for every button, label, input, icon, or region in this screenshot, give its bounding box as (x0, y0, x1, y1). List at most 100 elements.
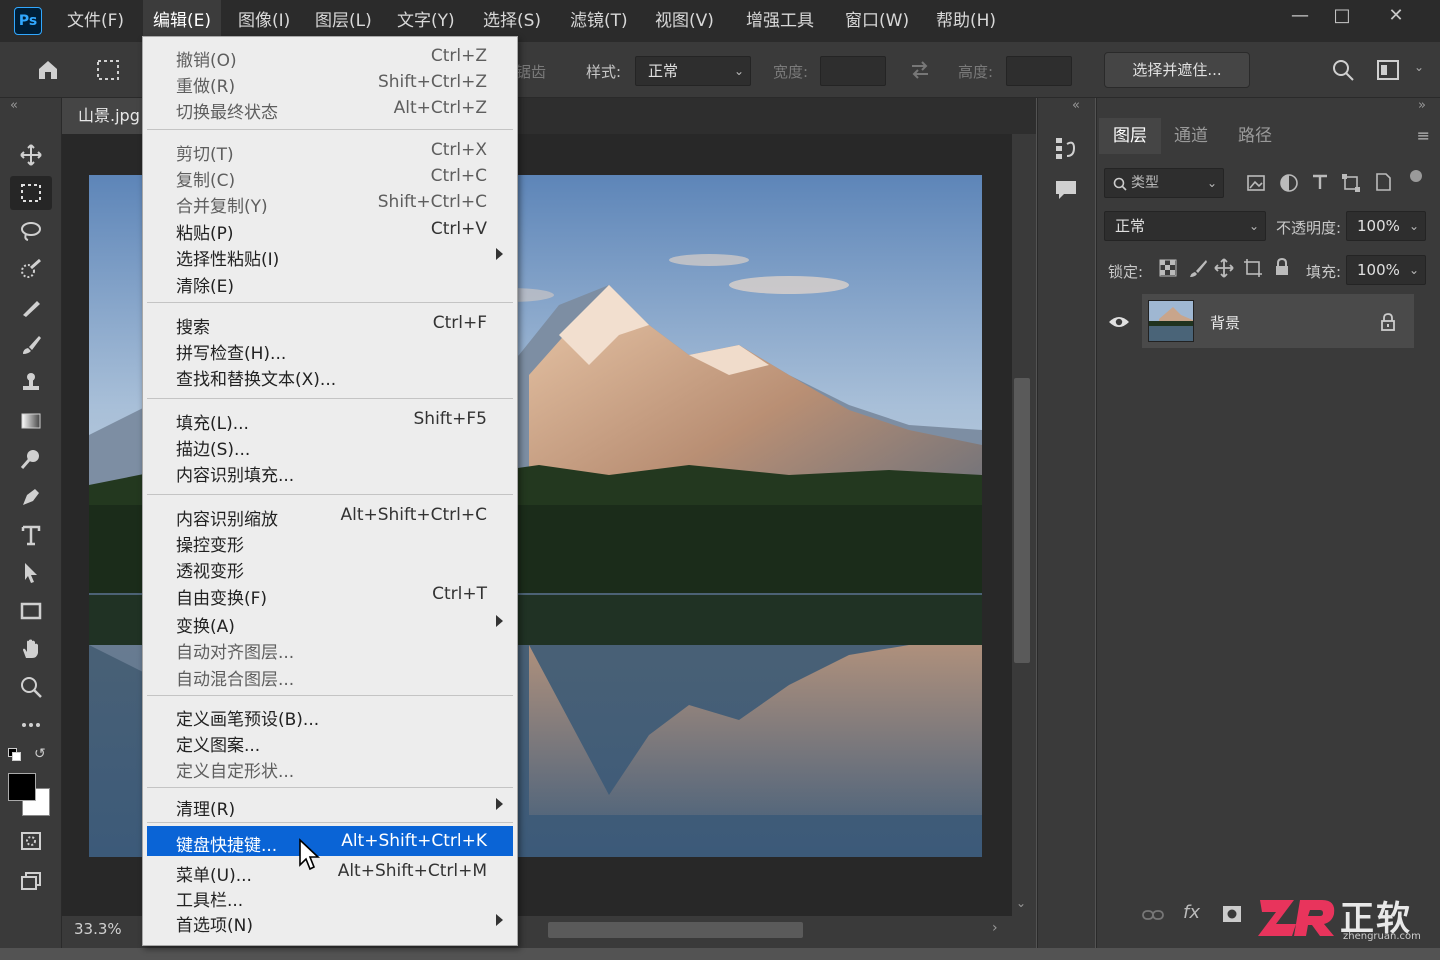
menu-item-auto-align-layers[interactable]: 自动对齐图层... (147, 635, 513, 663)
menu-item-define-custom-shape[interactable]: 定义自定形状... (147, 754, 513, 782)
menu-item-copy[interactable]: 复制(C) Ctrl+C (147, 163, 513, 191)
rectangle-tool-icon[interactable] (10, 594, 52, 628)
zoom-tool-icon[interactable] (10, 670, 52, 704)
menu-item-keyboard-shortcuts[interactable]: 键盘快捷键... Alt+Shift+Ctrl+K (147, 826, 513, 856)
layer-visibility-eye-icon[interactable] (1108, 314, 1130, 330)
menu-file[interactable]: 文件(F) (57, 0, 134, 42)
filter-smart-object-icon[interactable] (1374, 172, 1392, 192)
menu-item-menus[interactable]: 菜单(U)... Alt+Shift+Ctrl+M (147, 858, 513, 886)
close-icon[interactable]: ✕ (1372, 0, 1420, 32)
filter-type-icon[interactable] (1311, 173, 1329, 191)
menu-item-paste[interactable]: 粘贴(P) Ctrl+V (147, 216, 513, 244)
menu-item-purge[interactable]: 清理(R) (147, 792, 513, 820)
menu-item-define-pattern[interactable]: 定义图案... (147, 728, 513, 756)
menu-item-toolbar[interactable]: 工具栏... (147, 883, 513, 911)
zoom-level[interactable]: 33.3% (74, 920, 122, 938)
marquee-preset-icon[interactable] (96, 59, 120, 81)
search-icon[interactable] (1331, 58, 1355, 82)
screen-mode-icon[interactable] (10, 864, 52, 898)
menu-item-content-aware-fill[interactable]: 内容识别填充... (147, 458, 513, 486)
menu-item-perspective-warp[interactable]: 透视变形 (147, 554, 513, 582)
default-colors-icon[interactable] (8, 748, 22, 762)
expand-panel-icon[interactable]: » (1418, 98, 1426, 113)
link-layers-icon[interactable] (1142, 907, 1164, 923)
lock-transparent-icon[interactable] (1159, 259, 1177, 277)
layer-name[interactable]: 背景 (1210, 312, 1240, 333)
select-and-mask-button[interactable]: 选择并遮住... (1104, 52, 1250, 88)
dodge-tool-icon[interactable] (10, 442, 52, 476)
menu-item-free-transform[interactable]: 自由变换(F) Ctrl+T (147, 581, 513, 609)
menu-item-transform[interactable]: 变换(A) (147, 609, 513, 637)
more-tools-icon[interactable] (10, 708, 52, 742)
menu-item-paste-special[interactable]: 选择性粘贴(I) (147, 242, 513, 270)
path-selection-tool-icon[interactable] (10, 556, 52, 590)
panel-menu-icon[interactable]: ≡ (1417, 126, 1430, 145)
pen-tool-icon[interactable] (10, 480, 52, 514)
brush-tool-icon[interactable] (10, 328, 52, 362)
marquee-tool-icon[interactable] (10, 176, 52, 210)
width-input[interactable] (820, 56, 886, 86)
lasso-tool-icon[interactable] (10, 214, 52, 248)
menu-item-puppet-warp[interactable]: 操控变形 (147, 528, 513, 556)
menu-item-redo[interactable]: 重做(R) Shift+Ctrl+Z (147, 69, 513, 97)
menu-item-cut[interactable]: 剪切(T) Ctrl+X (147, 137, 513, 165)
menu-item-preferences[interactable]: 首选项(N) (147, 908, 513, 936)
filter-pixel-icon[interactable] (1246, 174, 1266, 192)
layer-lock-icon[interactable] (1380, 313, 1396, 331)
lock-position-icon[interactable] (1214, 258, 1234, 278)
document-tab[interactable]: 山景.jpg (62, 98, 146, 134)
tab-layers[interactable]: 图层 (1099, 118, 1161, 154)
filter-adjustment-icon[interactable] (1279, 173, 1299, 193)
lock-all-icon[interactable] (1273, 257, 1291, 277)
minimize-icon[interactable]: — (1276, 0, 1324, 32)
menu-item-clear[interactable]: 清除(E) (147, 269, 513, 297)
quick-selection-tool-icon[interactable] (10, 252, 52, 286)
menu-item-find-replace-text[interactable]: 查找和替换文本(X)... (147, 362, 513, 390)
workspace-icon[interactable] (1376, 59, 1400, 81)
add-mask-icon[interactable] (1222, 905, 1242, 923)
tab-channels[interactable]: 通道 (1160, 118, 1222, 154)
style-select[interactable]: 正常 ⌄ (635, 56, 751, 86)
menu-item-fill[interactable]: 填充(L)... Shift+F5 (147, 406, 513, 434)
filter-shape-icon[interactable] (1341, 173, 1361, 193)
filter-toggle-icon[interactable] (1410, 170, 1422, 182)
history-icon[interactable] (1054, 136, 1078, 162)
maximize-icon[interactable]: □ (1318, 0, 1366, 32)
collapse-toolbar-icon[interactable]: « (10, 98, 18, 113)
menu-item-content-aware-scale[interactable]: 内容识别缩放 Alt+Shift+Ctrl+C (147, 502, 513, 530)
layer-fx-icon[interactable]: fx (1183, 902, 1200, 923)
scroll-right-icon[interactable]: › (992, 920, 998, 936)
menu-help[interactable]: 帮助(H) (926, 0, 1006, 42)
clone-stamp-tool-icon[interactable] (10, 366, 52, 400)
menu-window[interactable]: 窗口(W) (835, 0, 919, 42)
menu-view[interactable]: 视图(V) (645, 0, 724, 42)
height-input[interactable] (1006, 56, 1072, 86)
home-icon[interactable] (36, 58, 60, 82)
menu-item-define-brush-preset[interactable]: 定义画笔预设(B)... (147, 702, 513, 730)
blend-mode-select[interactable]: 正常 ⌄ (1104, 211, 1266, 241)
tab-paths[interactable]: 路径 (1224, 118, 1286, 154)
vertical-scrollbar-thumb[interactable] (1014, 378, 1030, 663)
menu-item-auto-blend-layers[interactable]: 自动混合图层... (147, 662, 513, 690)
layer-filter-select[interactable]: 类型 ⌄ (1104, 168, 1224, 198)
scroll-down-icon[interactable]: ⌄ (1016, 896, 1026, 910)
lock-image-icon[interactable] (1188, 258, 1208, 278)
menu-item-search[interactable]: 搜索 Ctrl+F (147, 310, 513, 338)
opacity-input[interactable]: 100% ⌄ (1346, 211, 1426, 241)
type-tool-icon[interactable] (10, 518, 52, 552)
workspace-chevron-icon[interactable]: ⌄ (1414, 60, 1424, 74)
menu-filter[interactable]: 滤镜(T) (560, 0, 638, 42)
lock-artboard-icon[interactable] (1243, 258, 1263, 278)
menu-item-copy-merged[interactable]: 合并复制(Y) Shift+Ctrl+C (147, 189, 513, 217)
comments-icon[interactable] (1054, 178, 1078, 202)
foreground-color-swatch[interactable] (8, 773, 36, 801)
move-tool-icon[interactable] (10, 138, 52, 172)
menu-item-undo[interactable]: 撤销(O) Ctrl+Z (147, 43, 513, 71)
menu-item-stroke[interactable]: 描边(S)... (147, 432, 513, 460)
hand-tool-icon[interactable] (10, 632, 52, 666)
swap-colors-icon[interactable]: ↺ (34, 746, 46, 762)
menu-item-check-spelling[interactable]: 拼写检查(H)... (147, 336, 513, 364)
swap-icon[interactable] (908, 59, 932, 81)
gradient-tool-icon[interactable] (10, 404, 52, 438)
fill-input[interactable]: 100% ⌄ (1346, 255, 1426, 285)
